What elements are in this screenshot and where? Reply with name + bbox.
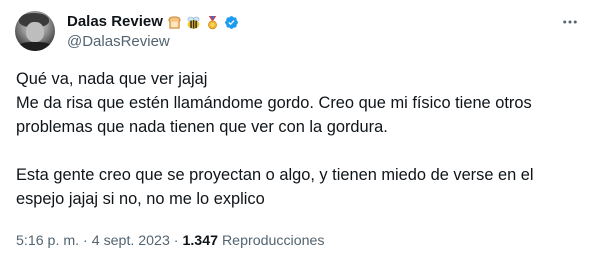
author-name[interactable]: Dalas Review	[67, 13, 163, 31]
verified-badge-icon	[224, 15, 238, 29]
meta-separator: ·	[173, 233, 179, 249]
author-handle[interactable]: @DalasReview	[67, 33, 170, 51]
tweet-date[interactable]: 4 sept. 2023	[92, 233, 170, 249]
tweet-line: problemas que nada tienen que ver con la…	[16, 118, 388, 136]
views-count[interactable]: 1.347	[182, 233, 218, 249]
author-name-row: Dalas Review	[67, 13, 239, 31]
tweet-line: Esta gente creo que se proyectan o algo,…	[16, 166, 534, 184]
medal-emoji-icon	[207, 15, 217, 29]
avatar[interactable]	[15, 11, 55, 51]
avatar-face	[26, 22, 44, 42]
bread-emoji-icon	[168, 15, 181, 29]
more-dots-icon	[563, 20, 577, 24]
views-label: Reproducciones	[221, 233, 325, 249]
bee-emoji-icon	[187, 16, 200, 29]
avatar-shirt	[17, 42, 53, 51]
tweet-meta: 5:16 p. m. · 4 sept. 2023 · 1.347 Reprod…	[16, 232, 324, 250]
more-options-button[interactable]	[560, 12, 580, 32]
tweet-line: Qué va, nada que ver jajaj	[16, 70, 208, 88]
tweet-time[interactable]: 5:16 p. m.	[16, 233, 79, 249]
meta-separator: ·	[83, 233, 88, 249]
tweet-line: Me da risa que estén llamándome gordo. C…	[16, 94, 532, 112]
tweet-line: espejo jajaj si no, no me lo explico	[16, 190, 265, 208]
